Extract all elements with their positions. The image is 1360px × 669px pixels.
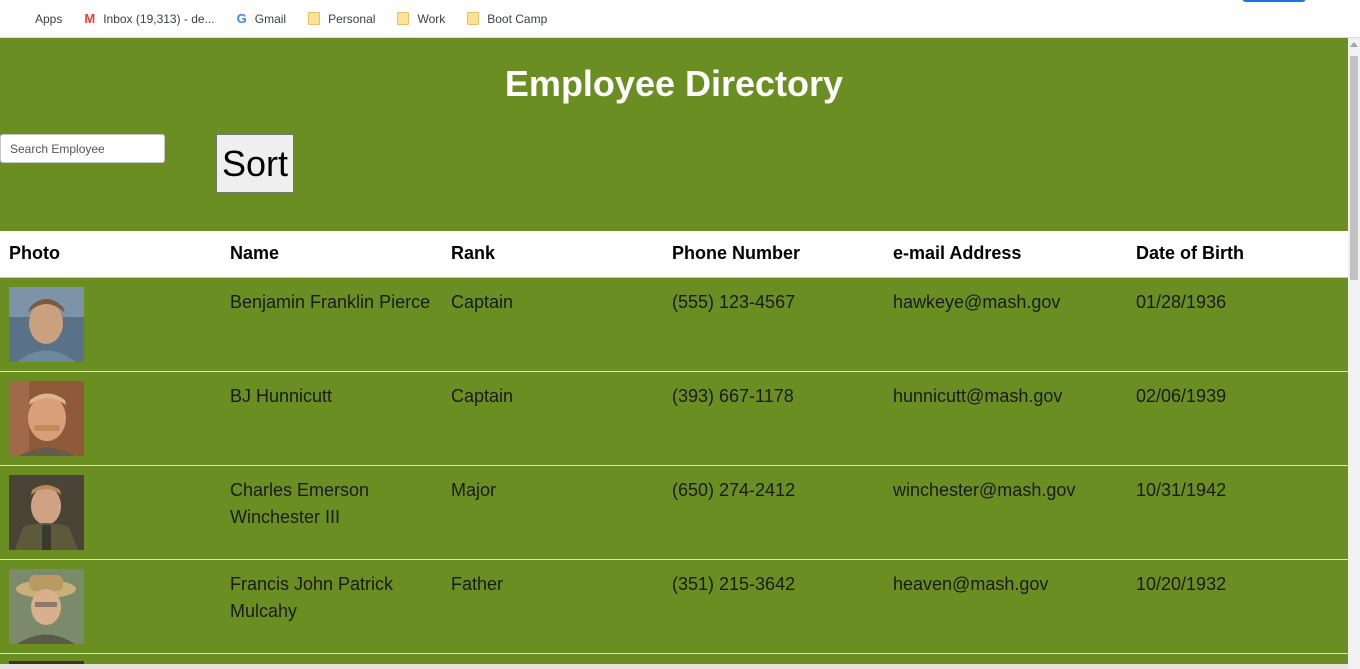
employee-rank: Captain [442,277,663,372]
column-header-photo[interactable]: Photo [0,231,221,278]
table-row: Francis John Patrick Mulcahy Father (351… [0,559,1348,654]
employee-dob: 10/20/1932 [1127,559,1348,654]
folder-icon [397,12,410,25]
employee-email: hunnicutt@mash.gov [884,371,1127,466]
directory-header: Employee Directory Sort [0,38,1348,231]
scroll-up-arrow-icon[interactable] [1350,42,1358,47]
employee-table: Photo Name Rank Phone Number e-mail Addr… [0,231,1348,664]
employee-rank: Captain [442,371,663,466]
bookmark-work[interactable]: Work [397,12,445,26]
table-row [0,653,1348,664]
employee-photo [9,474,84,550]
google-icon: G [236,11,247,26]
employee-name: Francis John Patrick Mulcahy [221,559,442,654]
employee-name: Benjamin Franklin Pierce [221,277,442,372]
bookmark-bootcamp[interactable]: Boot Camp [467,12,547,26]
employee-dob: 02/06/1939 [1127,371,1348,466]
bookmark-gmail[interactable]: G Gmail [237,11,286,26]
bookmark-gmail-label: Gmail [254,11,287,26]
employee-email: winchester@mash.gov [884,465,1127,560]
sort-button[interactable]: Sort [216,134,294,193]
folder-icon [467,12,480,25]
bookmark-inbox-label: Inbox (19,313) - de... [103,11,215,26]
bookmark-personal[interactable]: Personal [308,12,375,26]
column-header-rank[interactable]: Rank [442,231,663,278]
bookmark-bootcamp-label: Boot Camp [487,11,548,26]
photo-cell [0,277,221,372]
bookmarks-bar: Apps M Inbox (19,313) - de... G Gmail Pe… [0,0,1360,38]
photo-cell [0,653,221,664]
profile-button[interactable] [1242,0,1306,2]
employee-photo [9,286,84,362]
table-row: Charles Emerson Winchester III Major (65… [0,465,1348,560]
bookmark-personal-label: Personal [328,11,376,26]
employee-phone: (555) 123-4567 [663,277,884,372]
employee-phone: (650) 274-2412 [663,465,884,560]
photo-cell [0,559,221,654]
table-header-row: Photo Name Rank Phone Number e-mail Addr… [0,231,1348,278]
employee-photo [9,568,84,644]
apps-grid-icon [14,12,27,25]
bookmark-inbox[interactable]: M Inbox (19,313) - de... [84,11,214,26]
employee-email: hawkeye@mash.gov [884,277,1127,372]
bookmark-apps[interactable]: Apps [14,12,62,26]
employee-dob: 10/31/1942 [1127,465,1348,560]
column-header-email[interactable]: e-mail Address [884,231,1127,278]
employee-photo [9,380,84,456]
gmail-icon: M [84,11,96,26]
photo-cell [0,371,221,466]
employee-phone: (351) 215-3642 [663,559,884,654]
employee-name: Charles Emerson Winchester III [221,465,442,560]
employee-rank: Major [442,465,663,560]
table-row: BJ Hunnicutt Captain (393) 667-1178 hunn… [0,371,1348,466]
employee-name: BJ Hunnicutt [221,371,442,466]
employee-phone: (393) 667-1178 [663,371,884,466]
search-input[interactable] [0,134,165,163]
scrollbar-thumb[interactable] [1350,56,1358,280]
bottom-strip [0,664,1348,669]
photo-cell [0,465,221,560]
employee-dob: 01/28/1936 [1127,277,1348,372]
bookmark-apps-label: Apps [35,11,63,26]
page: Employee Directory Sort Photo Name Rank … [0,38,1348,664]
employee-email: heaven@mash.gov [884,559,1127,654]
column-header-dob[interactable]: Date of Birth [1127,231,1348,278]
table-row: Benjamin Franklin Pierce Captain (555) 1… [0,277,1348,372]
page-title: Employee Directory [504,63,844,104]
column-header-phone[interactable]: Phone Number [663,231,884,278]
column-header-name[interactable]: Name [221,231,442,278]
folder-icon [308,12,321,25]
employee-rank: Father [442,559,663,654]
vertical-scrollbar[interactable] [1348,38,1360,669]
bookmark-work-label: Work [417,11,446,26]
